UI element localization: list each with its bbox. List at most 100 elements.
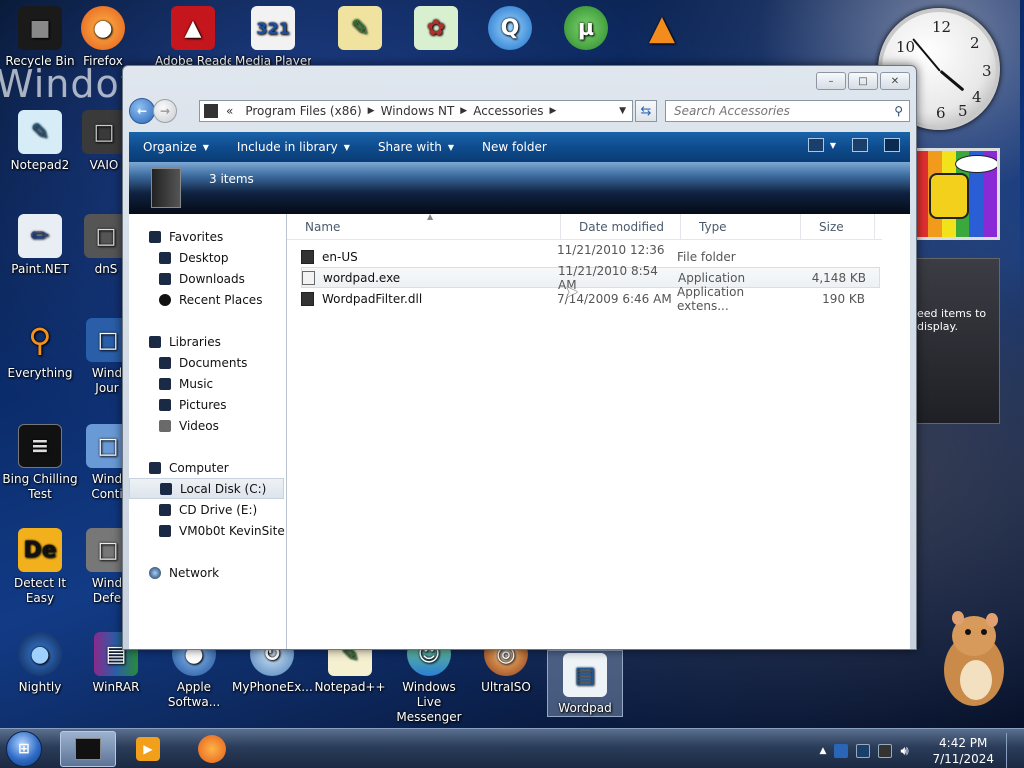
share-label: Share with bbox=[377, 140, 442, 154]
breadcrumb-separator-icon[interactable]: ▶ bbox=[368, 106, 375, 116]
back-arrow-icon: ← bbox=[136, 104, 148, 118]
file-row[interactable]: WordpadFilter.dll 7/14/2009 6:46 AM Appl… bbox=[301, 285, 880, 313]
nav-label: Downloads bbox=[179, 271, 245, 286]
address-bar[interactable]: « Program Files (x86) ▶ Windows NT ▶ Acc… bbox=[199, 100, 633, 122]
include-in-library-button[interactable]: Include in library ▼ bbox=[223, 140, 364, 154]
chevron-down-icon: ▼ bbox=[343, 142, 350, 152]
share-with-button[interactable]: Share with ▼ bbox=[364, 140, 468, 154]
desktop-icon-utorrent[interactable]: µ bbox=[546, 6, 626, 54]
back-button[interactable]: ← bbox=[129, 98, 155, 124]
folder-large-icon bbox=[151, 168, 181, 208]
nav-music[interactable]: Music bbox=[129, 373, 286, 394]
show-desktop-button[interactable] bbox=[1006, 733, 1016, 768]
desktop-icon-label: Bing Chilling Test bbox=[2, 472, 78, 501]
desktop-icon-plants[interactable]: ✿ bbox=[396, 6, 476, 54]
refresh-button[interactable]: ⇆ bbox=[635, 100, 657, 122]
column-header-size[interactable]: Size bbox=[801, 214, 875, 240]
picture-gadget[interactable] bbox=[912, 148, 1000, 240]
desktop-icon-label: Apple Softwa... bbox=[167, 680, 221, 709]
nav-recent-places[interactable]: Recent Places bbox=[129, 289, 286, 310]
desktop-icon-notes[interactable]: ✎ bbox=[320, 6, 400, 54]
search-input[interactable] bbox=[674, 104, 884, 118]
show-hidden-icons-button[interactable]: ▲ bbox=[820, 746, 827, 756]
close-button[interactable]: ✕ bbox=[880, 72, 910, 90]
maximize-button[interactable]: □ bbox=[848, 72, 878, 90]
taskbar-clock[interactable]: 4:42 PM 7/11/2024 bbox=[932, 735, 994, 767]
taskbar-media-player[interactable]: ▶ bbox=[120, 731, 176, 767]
breadcrumb-separator-icon[interactable]: ▶ bbox=[550, 106, 557, 116]
chevron-down-icon: ▼ bbox=[202, 142, 209, 152]
nav-label: Videos bbox=[179, 418, 219, 433]
breadcrumb-separator-icon[interactable]: ▶ bbox=[460, 106, 467, 116]
desktop-icon-everything[interactable]: ⚲ Everything bbox=[0, 318, 80, 381]
new-folder-label: New folder bbox=[482, 140, 547, 154]
change-view-button[interactable]: ▼ bbox=[807, 138, 836, 152]
desktop-icon-bing-chilling[interactable]: ≡ Bing Chilling Test bbox=[0, 424, 80, 502]
nav-libraries[interactable]: Libraries bbox=[129, 331, 286, 352]
display-icon[interactable] bbox=[856, 744, 871, 758]
nav-downloads[interactable]: Downloads bbox=[129, 268, 286, 289]
nav-local-disk[interactable]: Local Disk (C:) bbox=[129, 478, 284, 499]
search-box[interactable]: ⚲ bbox=[665, 100, 910, 122]
nav-label: Recent Places bbox=[179, 292, 263, 307]
desktop-icon-notepad2[interactable]: ✎ Notepad2 bbox=[0, 110, 80, 173]
column-header-name[interactable]: ▲ Name bbox=[287, 212, 561, 240]
forward-button[interactable]: → bbox=[153, 99, 177, 123]
new-folder-button[interactable]: New folder bbox=[468, 140, 561, 154]
minimize-button[interactable]: – bbox=[816, 72, 846, 90]
feed-headlines-gadget[interactable]: eed items to display. bbox=[912, 258, 1000, 424]
preview-pane-button[interactable] bbox=[852, 138, 868, 152]
nav-vm-site[interactable]: VM0b0t KevinSite bbox=[129, 520, 286, 541]
desktop-icon-media-player[interactable]: 321 Media Player bbox=[235, 6, 311, 69]
nav-videos[interactable]: Videos bbox=[129, 415, 286, 436]
bluetooth-icon[interactable] bbox=[834, 744, 849, 758]
breadcrumb-windows-nt[interactable]: Windows NT bbox=[375, 104, 461, 118]
help-button[interactable] bbox=[884, 138, 900, 152]
desktop-icon-label: Recycle Bin bbox=[5, 54, 75, 68]
desktop-icon-wordpad[interactable]: ▤ Wordpad bbox=[547, 650, 623, 717]
taskbar-firefox[interactable] bbox=[184, 731, 240, 767]
nav-label: VM0b0t KevinSite bbox=[179, 523, 285, 538]
vlc-cone-icon: ▲ bbox=[648, 7, 676, 48]
breadcrumb-program-files[interactable]: Program Files (x86) bbox=[239, 104, 367, 118]
breadcrumb-accessories[interactable]: Accessories bbox=[467, 104, 549, 118]
desktop-icon-firefox[interactable]: ● Firefox bbox=[78, 6, 128, 69]
start-button[interactable]: ⊞ bbox=[6, 731, 42, 767]
desktop-icon-nightly[interactable]: ● Nightly bbox=[0, 632, 80, 695]
desktop-icon-quicktime[interactable]: Q bbox=[470, 6, 550, 54]
clock-number: 2 bbox=[970, 34, 980, 52]
breadcrumb-overflow[interactable]: « bbox=[218, 104, 239, 118]
wordpad-icon: ▤ bbox=[563, 653, 607, 697]
clock-number: 10 bbox=[896, 38, 916, 56]
desktop-icon-detect-it-easy[interactable]: De Detect It Easy bbox=[0, 528, 80, 606]
organize-label: Organize bbox=[143, 140, 197, 154]
nav-documents[interactable]: Documents bbox=[129, 352, 286, 373]
speech-bubble bbox=[955, 155, 997, 173]
desktop-icon-adobe-reader[interactable]: ▲ Adobe Reader bbox=[155, 6, 231, 69]
nav-label: Desktop bbox=[179, 250, 229, 265]
desktop-icon-recycle-bin[interactable]: ■ Recycle Bin bbox=[0, 6, 80, 69]
search-icon[interactable]: ⚲ bbox=[894, 104, 903, 118]
taskbar-explorer[interactable] bbox=[60, 731, 116, 767]
vaio-icon: □ bbox=[82, 110, 126, 154]
column-header-date[interactable]: Date modified bbox=[561, 214, 681, 240]
volume-icon[interactable]: 🔊︎ bbox=[900, 744, 914, 759]
address-dropdown-icon[interactable]: ▼ bbox=[619, 106, 626, 116]
folder-icon bbox=[301, 249, 314, 264]
nav-network[interactable]: Network bbox=[129, 562, 286, 583]
nav-cd-drive[interactable]: CD Drive (E:) bbox=[129, 499, 286, 520]
mouse-cursor-icon: ➤ bbox=[565, 282, 579, 301]
organize-button[interactable]: Organize ▼ bbox=[129, 140, 223, 154]
nav-favorites[interactable]: Favorites bbox=[129, 226, 286, 247]
desktop-icon-label: MyPhoneEx... bbox=[232, 680, 313, 694]
desktop-icon-paint-net[interactable]: ✏ Paint.NET bbox=[0, 214, 80, 277]
nav-pictures[interactable]: Pictures bbox=[129, 394, 286, 415]
forward-arrow-icon: → bbox=[159, 104, 171, 118]
desktop-icon-vlc[interactable]: ▲ bbox=[622, 6, 702, 54]
taskbar: ⊞ ▶ ▲ 🔊︎ 4:42 PM 7/11/2024 bbox=[0, 728, 1024, 768]
desktop-icon-vaio[interactable]: □ VAIO bbox=[80, 110, 128, 173]
column-header-type[interactable]: Type bbox=[681, 214, 801, 240]
network-icon[interactable] bbox=[878, 744, 893, 758]
nav-computer[interactable]: Computer bbox=[129, 457, 286, 478]
nav-desktop[interactable]: Desktop bbox=[129, 247, 286, 268]
